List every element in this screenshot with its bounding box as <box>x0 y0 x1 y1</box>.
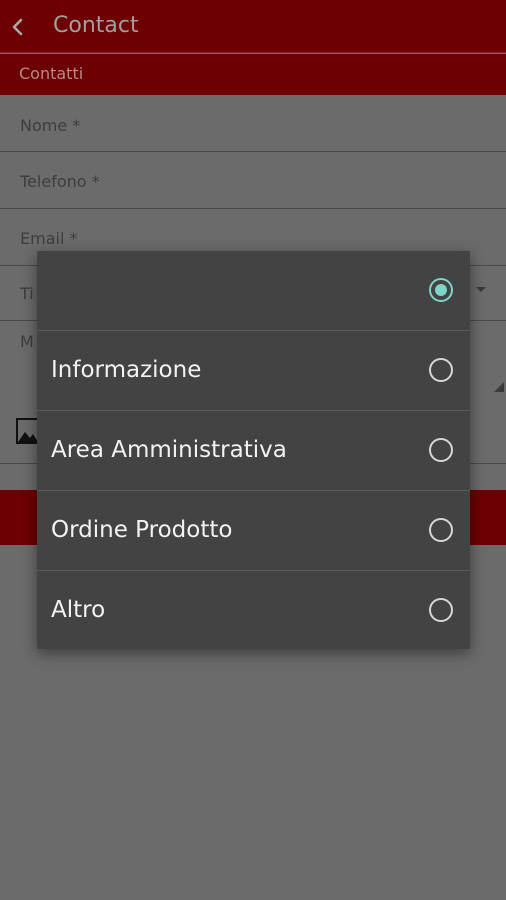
phone-field[interactable]: Telefono * <box>0 152 506 209</box>
option-empty[interactable] <box>37 251 470 331</box>
type-picker-dialog: Informazione Area Amministrativa Ordine … <box>37 251 470 649</box>
option-label: Area Amministrativa <box>51 437 287 463</box>
option-area-amministrativa[interactable]: Area Amministrativa <box>37 411 470 491</box>
option-label: Altro <box>51 597 106 623</box>
option-label: Ordine Prodotto <box>51 517 233 543</box>
page-title: Contact <box>53 13 139 38</box>
phone-field-label: Telefono * <box>20 172 100 191</box>
radio-selected-icon[interactable] <box>429 278 453 302</box>
option-altro[interactable]: Altro <box>37 571 470 649</box>
app-bar: Contact <box>0 0 506 53</box>
option-ordine-prodotto[interactable]: Ordine Prodotto <box>37 491 470 571</box>
option-informazione[interactable]: Informazione <box>37 331 470 411</box>
option-label: Informazione <box>51 357 202 383</box>
section-header: Contatti <box>0 54 506 95</box>
radio-icon[interactable] <box>429 518 453 542</box>
dropdown-arrow-icon <box>476 287 486 292</box>
message-field-label: M <box>20 332 34 351</box>
resize-handle-icon <box>494 382 504 392</box>
radio-icon[interactable] <box>429 598 453 622</box>
radio-icon[interactable] <box>429 438 453 462</box>
back-arrow-icon[interactable] <box>8 14 28 40</box>
radio-icon[interactable] <box>429 358 453 382</box>
name-field-label: Nome * <box>20 116 81 135</box>
section-label: Contatti <box>19 64 84 83</box>
name-field[interactable]: Nome * <box>0 96 506 152</box>
type-select-label: Ti <box>20 284 34 303</box>
email-field-label: Email * <box>20 229 78 248</box>
